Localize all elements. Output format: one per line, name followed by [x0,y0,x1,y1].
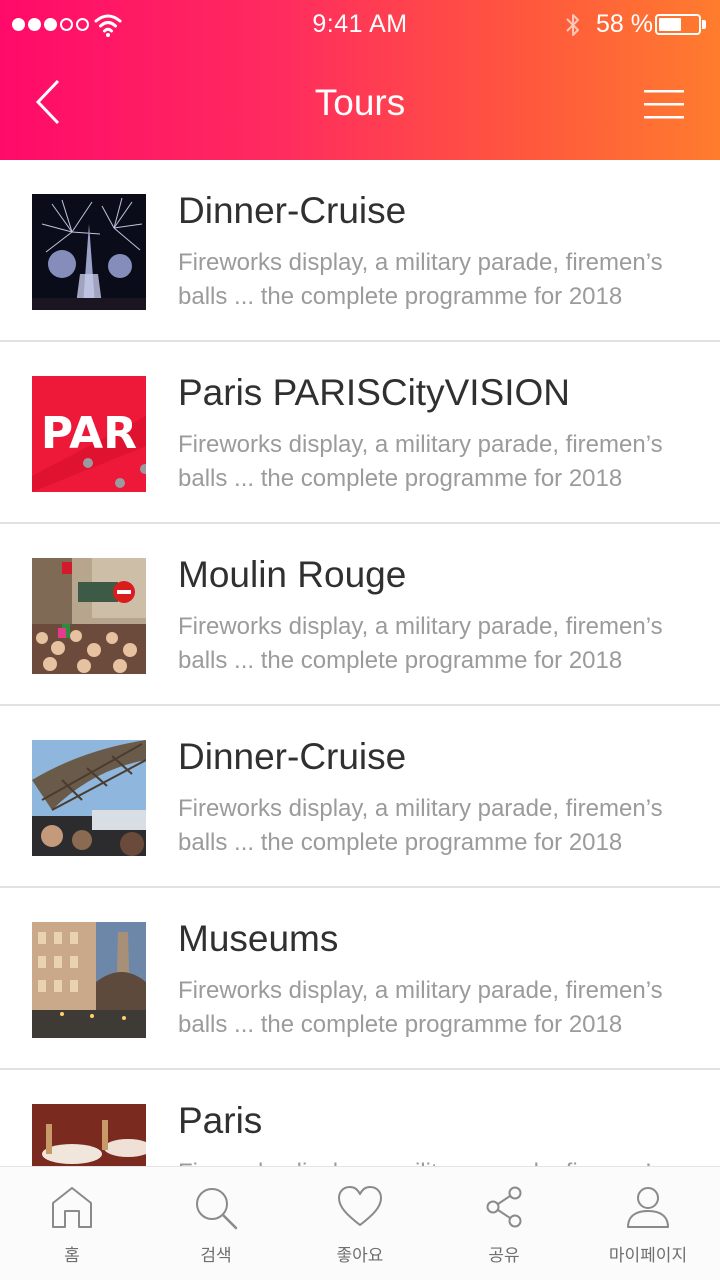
street-crowd-thumbnail [32,558,146,674]
list-item[interactable]: PAR Paris PARISCityVISION Fireworks disp… [0,342,720,524]
home-icon [52,1187,92,1228]
tab-label: 공유 [488,1246,520,1266]
tab-label: 홈 [64,1246,80,1266]
app-header: 9:41 AM 58 % Tours [0,0,720,160]
tab-my-page[interactable]: 마이페이지 [576,1167,720,1280]
tab-share[interactable]: 공유 [432,1167,576,1280]
tab-search[interactable]: 검색 [144,1167,288,1280]
item-description: Fireworks display, a military parade, fi… [178,431,663,492]
item-description: Fireworks display, a military parade, fi… [178,977,663,1038]
list-item[interactable]: Museums Fireworks display, a military pa… [0,888,720,1070]
list-item[interactable]: Moulin Rouge Fireworks display, a milita… [0,524,720,706]
riverside-thumbnail [32,922,146,1038]
search-icon [196,1188,238,1230]
eiffel-boat-thumbnail [32,740,146,856]
heart-icon [338,1186,382,1226]
battery-level [659,18,682,31]
tab-bar: 홈 검색 좋아요 공유 마이페이지 [0,1166,720,1280]
item-description: Fireworks display, a military parade, fi… [178,1156,688,1166]
navigation-bar: Tours [0,50,720,160]
battery-percent: 58 % [596,10,653,38]
tab-label: 좋아요 [336,1246,384,1266]
battery-tip [702,20,706,29]
status-bar: 9:41 AM 58 % [0,0,720,50]
battery-icon [655,14,701,35]
restaurant-thumbnail [32,1104,146,1166]
tab-label: 마이페이지 [608,1246,688,1266]
fireworks-thumbnail [32,194,146,310]
item-description: Fireworks display, a military parade, fi… [178,795,663,856]
item-description: Fireworks display, a military parade, fi… [178,613,663,674]
item-title: Moulin Rouge [178,554,407,595]
hamburger-menu-icon[interactable] [640,88,688,122]
list-item[interactable]: Dinner-Cruise Fireworks display, a milit… [0,160,720,342]
user-icon [627,1187,669,1228]
cityvision-thumbnail: PAR [32,376,146,492]
list-item[interactable]: Paris Fireworks display, a military para… [0,1070,720,1166]
item-description: Fireworks display, a military parade, fi… [178,249,663,310]
logo-text: PAR [41,408,137,459]
item-title: Paris [178,1100,263,1141]
tab-likes[interactable]: 좋아요 [288,1167,432,1280]
share-icon [486,1186,522,1228]
list-item[interactable]: Dinner-Cruise Fireworks display, a milit… [0,706,720,888]
item-title: Dinner-Cruise [178,736,407,777]
tour-list[interactable]: Dinner-Cruise Fireworks display, a milit… [0,160,720,1166]
item-title: Museums [178,918,339,959]
page-title: Tours [314,82,406,123]
tab-label: 검색 [200,1246,232,1266]
item-title: Dinner-Cruise [178,190,407,231]
item-title: Paris PARISCityVISION [178,372,571,413]
bluetooth-icon [566,14,579,36]
tab-home[interactable]: 홈 [0,1167,144,1280]
